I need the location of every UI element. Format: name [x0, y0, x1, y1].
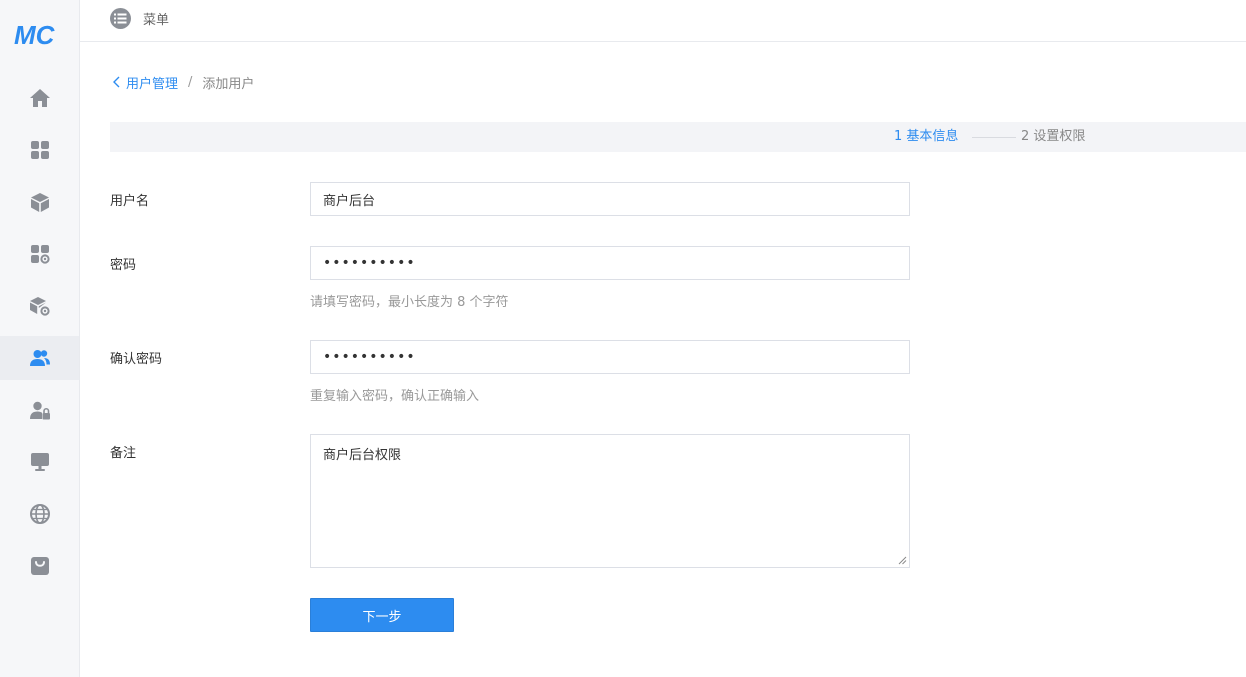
breadcrumb-separator: /	[188, 74, 193, 90]
menu-toggle-button[interactable]: 菜单	[110, 7, 169, 29]
password-label: 密码	[110, 258, 137, 273]
breadcrumb-current: 添加用户	[202, 76, 255, 92]
sidebar-item-monitor[interactable]	[0, 440, 79, 484]
users-icon	[29, 350, 50, 366]
sidebar-item-sites[interactable]	[0, 492, 79, 536]
confirm-password-label: 确认密码	[110, 352, 163, 367]
remark-value: 商户后台权限	[323, 448, 402, 463]
password-input[interactable]: ••••••••••	[310, 246, 910, 280]
sidebar-item-product-settings[interactable]	[0, 284, 79, 328]
topbar: 菜单	[80, 0, 1246, 42]
step-basic-info: 1 基本信息	[894, 129, 959, 144]
next-step-button[interactable]: 下一步	[310, 598, 454, 632]
logo[interactable]: MC	[14, 20, 66, 48]
step-connector	[972, 137, 1016, 138]
sidebar-item-products[interactable]	[0, 180, 79, 224]
resize-grip-icon[interactable]	[898, 556, 907, 565]
cube-settings-icon	[29, 297, 50, 316]
globe-icon	[29, 504, 50, 524]
logo-text: MC	[14, 20, 56, 48]
sidebar: MC	[0, 0, 80, 677]
home-icon	[29, 89, 50, 107]
sidebar-item-dashboard[interactable]	[0, 128, 79, 172]
monitor-icon	[30, 453, 49, 471]
breadcrumb-back-link[interactable]: 用户管理	[112, 73, 178, 92]
remark-label: 备注	[110, 446, 137, 461]
breadcrumb: 用户管理 / 添加用户	[112, 72, 254, 92]
sidebar-item-shop[interactable]	[0, 544, 79, 588]
password-hint: 请填写密码，最小长度为 8 个字符	[310, 295, 509, 310]
username-input[interactable]: 商户后台	[310, 182, 910, 216]
shopping-bag-icon	[30, 557, 49, 575]
username-label: 用户名	[110, 194, 150, 209]
chevron-left-icon	[113, 76, 120, 88]
list-icon	[110, 7, 131, 29]
confirm-password-input[interactable]: ••••••••••	[310, 340, 910, 374]
cube-icon	[30, 193, 49, 212]
user-lock-icon	[29, 401, 50, 420]
sidebar-item-users[interactable]	[0, 336, 79, 380]
grid-settings-icon	[30, 245, 50, 264]
sidebar-item-home[interactable]	[0, 76, 79, 120]
steps-bar: 1 基本信息 2 设置权限	[110, 122, 1246, 152]
confirm-password-hint: 重复输入密码，确认正确输入	[310, 389, 480, 404]
remark-textarea[interactable]: 商户后台权限	[310, 434, 910, 568]
sidebar-item-user-permissions[interactable]	[0, 388, 79, 432]
menu-label: 菜单	[143, 12, 170, 28]
breadcrumb-parent: 用户管理	[126, 76, 179, 92]
grid-icon	[30, 141, 49, 159]
step-permissions: 2 设置权限	[1021, 129, 1086, 144]
sidebar-item-app-settings[interactable]	[0, 232, 79, 276]
